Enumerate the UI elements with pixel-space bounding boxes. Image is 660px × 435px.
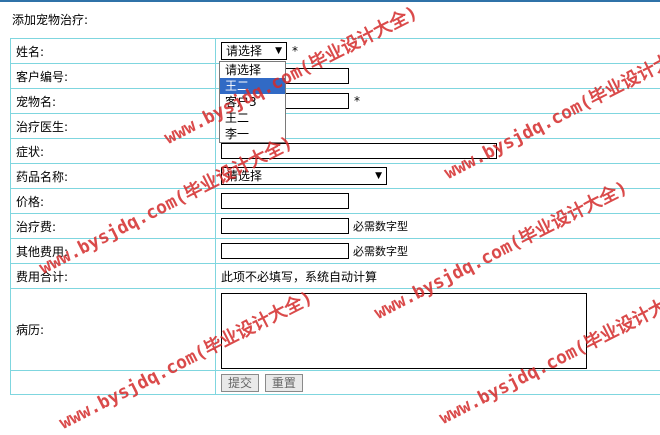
name-select[interactable]: 请选择 ▼ <box>221 42 287 60</box>
price-input[interactable] <box>221 193 349 209</box>
numeric-hint: 必需数字型 <box>353 220 408 233</box>
chevron-down-icon: ▼ <box>275 43 282 59</box>
top-border <box>0 0 660 2</box>
other-fee-cell: 必需数字型 <box>216 239 660 264</box>
pet-name-label: 宠物名: <box>11 89 216 114</box>
row-total: 费用合计: 此项不必填写，系统自动计算 <box>11 264 660 289</box>
row-symptom: 症状: <box>11 139 660 164</box>
name-select-value: 请选择 <box>226 44 262 58</box>
required-mark: * <box>354 94 360 108</box>
treatment-fee-cell: 必需数字型 <box>216 214 660 239</box>
submit-button[interactable]: 提交 <box>221 374 259 392</box>
treatment-fee-input[interactable] <box>221 218 349 234</box>
name-cell: 请选择 ▼ * <box>216 39 660 64</box>
name-label: 姓名: <box>11 39 216 64</box>
page-title: 添加宠物治疗: <box>12 11 88 28</box>
reset-button[interactable]: 重置 <box>265 374 303 392</box>
row-drug: 药品名称: 请选择 ▼ <box>11 164 660 189</box>
chevron-down-icon: ▼ <box>375 168 382 184</box>
buttons-cell: 提交 重置 <box>216 371 660 395</box>
drug-cell: 请选择 ▼ <box>216 164 660 189</box>
row-customer-id: 客户编号: <box>11 64 660 89</box>
numeric-hint: 必需数字型 <box>353 245 408 258</box>
other-fee-input[interactable] <box>221 243 349 259</box>
customer-id-label: 客户编号: <box>11 64 216 89</box>
